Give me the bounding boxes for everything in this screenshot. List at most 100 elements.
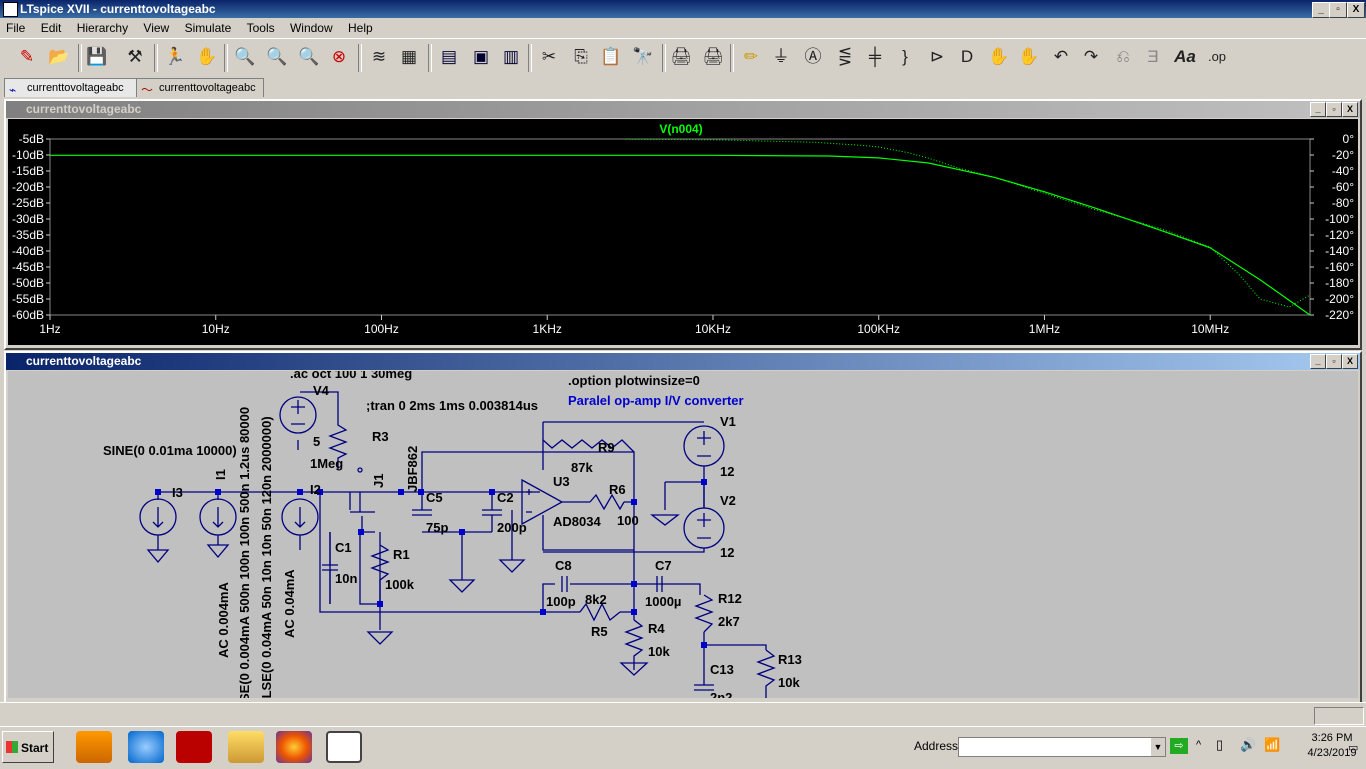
close-button[interactable]: X [1347, 2, 1365, 18]
j1-label[interactable]: J1 [371, 474, 386, 488]
v2-value[interactable]: 12 [720, 545, 734, 560]
schematic-restore-button[interactable]: ▫ [1326, 354, 1342, 369]
save-icon[interactable]: 💾 [84, 44, 110, 70]
zoom-in-icon[interactable]: 🔍 [232, 44, 258, 70]
chevron-down-icon[interactable]: ▼ [1151, 738, 1165, 756]
r9-value[interactable]: 87k [571, 460, 593, 475]
c13-value[interactable]: 2n2 [710, 690, 732, 698]
plot-minimize-button[interactable]: _ [1310, 102, 1326, 117]
component-icon[interactable]: D [954, 44, 980, 70]
copy-icon[interactable]: ⎘ [568, 44, 594, 70]
trace-label[interactable]: V(n004) [659, 122, 702, 136]
mirror-icon[interactable]: Ǝ [1140, 44, 1166, 70]
internet-explorer-icon[interactable] [128, 731, 164, 763]
zoom-out-icon[interactable]: 🔍 [296, 44, 322, 70]
autorange-icon[interactable]: ≋ [366, 44, 392, 70]
file-explorer-icon[interactable] [228, 731, 264, 763]
i2-label[interactable]: I2 [310, 482, 321, 497]
diode-icon[interactable]: ⊳ [924, 44, 950, 70]
menu-view[interactable]: View [137, 18, 175, 38]
r9-label[interactable]: R9 [598, 440, 615, 455]
ground-icon[interactable]: ⏚ [768, 44, 794, 70]
halt-icon[interactable]: ✋ [194, 44, 220, 70]
drag-icon[interactable]: ✋ [1016, 44, 1042, 70]
pan-icon[interactable]: 🔍 [264, 44, 290, 70]
plot-restore-button[interactable]: ▫ [1326, 102, 1342, 117]
text-icon[interactable]: Aa [1172, 44, 1198, 70]
bode-plot[interactable]: V(n004) 1Hz 10Hz 100Hz 1KHz 10KHz 100KHz 1MHz 1… [8, 119, 1358, 345]
i1-label[interactable]: I1 [213, 469, 228, 480]
label-net-icon[interactable]: Ⓐ [800, 44, 826, 70]
menu-file[interactable]: File [0, 18, 31, 38]
find-icon[interactable]: 🔭 [630, 44, 656, 70]
zoom-full-icon[interactable]: ⊗ [326, 44, 352, 70]
r5-label[interactable]: R5 [591, 624, 608, 639]
tile-vertical-icon[interactable]: ▥ [498, 44, 524, 70]
menu-edit[interactable]: Edit [35, 18, 68, 38]
notification-icon[interactable]: ▭ [1348, 741, 1358, 754]
c8-label[interactable]: C8 [555, 558, 572, 573]
schematic-drawing[interactable]: .ac oct 100 1 30meg .option plotwinsize=… [8, 371, 1358, 698]
v4-value[interactable]: 5 [313, 434, 320, 449]
new-schematic-icon[interactable]: ✎ [14, 44, 40, 70]
r12-label[interactable]: R12 [718, 591, 742, 606]
r3-label[interactable]: R3 [372, 429, 389, 444]
schematic-minimize-button[interactable]: _ [1310, 354, 1326, 369]
i2-pulse[interactable]: ILSE(0 0.04mA 50n 10n 10n 50n 120n 20000… [259, 416, 274, 698]
r5-value[interactable]: 8k2 [585, 592, 607, 607]
i1-value[interactable]: AC 0.004mA [216, 582, 231, 658]
i2-value[interactable]: AC 0.04mA [282, 569, 297, 638]
print-icon[interactable]: 🖨 [668, 44, 694, 70]
volume-icon[interactable]: 🔊 [1240, 737, 1256, 753]
print-setup-icon[interactable]: 🖨 [700, 44, 726, 70]
run-icon[interactable]: 🏃 [162, 44, 188, 70]
menu-help[interactable]: Help [342, 18, 379, 38]
redo-icon[interactable]: ↷ [1078, 44, 1104, 70]
u3-value[interactable]: AD8034 [553, 514, 601, 529]
restore-button[interactable]: ▫ [1329, 2, 1347, 18]
resistor-icon[interactable]: ⋚ [832, 44, 858, 70]
ac-directive[interactable]: .ac oct 100 1 30meg [290, 371, 412, 381]
c1-label[interactable]: C1 [335, 540, 352, 555]
v1-value[interactable]: 12 [720, 464, 734, 479]
r12-value[interactable]: 2k7 [718, 614, 740, 629]
r13-label[interactable]: R13 [778, 652, 802, 667]
schematic-comment[interactable]: Paralel op-amp I/V converter [568, 393, 744, 408]
c7-value[interactable]: 1000µ [645, 594, 681, 609]
c5-value[interactable]: 75p [426, 520, 448, 535]
menu-hierarchy[interactable]: Hierarchy [71, 18, 134, 38]
menu-simulate[interactable]: Simulate [179, 18, 238, 38]
menu-window[interactable]: Window [284, 18, 339, 38]
rotate-icon[interactable]: ⎌ [1110, 44, 1136, 70]
media-player-icon[interactable] [76, 731, 112, 763]
option-directive[interactable]: .option plotwinsize=0 [568, 373, 700, 388]
go-icon[interactable]: ⇨ [1170, 738, 1188, 754]
inductor-icon[interactable]: } [892, 44, 918, 70]
cascade-icon[interactable]: ▣ [468, 44, 494, 70]
sine-source-value[interactable]: SINE(0 0.01ma 10000) [103, 443, 237, 458]
r1-label[interactable]: R1 [393, 547, 410, 562]
c13-label[interactable]: C13 [710, 662, 734, 677]
schematic-canvas[interactable]: .ac oct 100 1 30meg .option plotwinsize=… [8, 371, 1358, 698]
v4-label[interactable]: V4 [313, 383, 330, 398]
i1-pulse[interactable]: SE(0 0.004mA 500n 100n 100n 500n 1.2us 8… [237, 407, 252, 698]
tray-expand-icon[interactable]: ^ [1196, 739, 1201, 751]
c8-value[interactable]: 100p [546, 594, 576, 609]
move-icon[interactable]: ✋ [986, 44, 1012, 70]
v2-label[interactable]: V2 [720, 493, 736, 508]
address-input[interactable]: ▼ [958, 737, 1166, 757]
draw-wire-icon[interactable]: ✏ [738, 44, 764, 70]
c2-label[interactable]: C2 [497, 490, 514, 505]
tile-horizontal-icon[interactable]: ▤ [436, 44, 462, 70]
u3-label[interactable]: U3 [553, 474, 570, 489]
c2-value[interactable]: 200p [497, 520, 527, 535]
paste-icon[interactable]: 📋 [598, 44, 624, 70]
cut-icon[interactable]: ✂ [536, 44, 562, 70]
device-icon[interactable]: ▯ [1216, 737, 1223, 753]
r13-value[interactable]: 10k [778, 675, 800, 690]
menu-tools[interactable]: Tools [241, 18, 281, 38]
acrobat-icon[interactable] [176, 731, 212, 763]
plot-close-button[interactable]: X [1342, 102, 1358, 117]
r4-label[interactable]: R4 [648, 621, 665, 636]
start-button[interactable]: Start [2, 731, 54, 763]
